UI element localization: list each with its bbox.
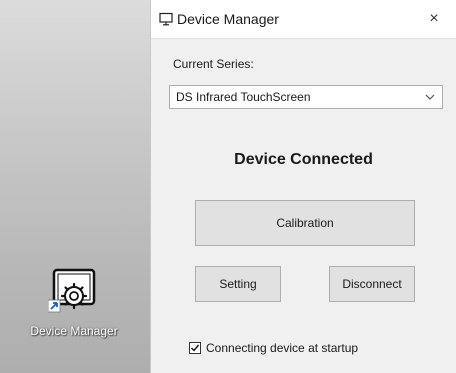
- monitor-icon: [159, 12, 173, 31]
- desktop-shortcut-device-manager[interactable]: Device Manager: [14, 268, 134, 358]
- disconnect-button[interactable]: Disconnect: [329, 266, 415, 302]
- calibration-button[interactable]: Calibration: [195, 200, 415, 246]
- startup-checkbox[interactable]: [189, 342, 201, 354]
- desktop-shortcut-label: Device Manager: [30, 324, 118, 338]
- title-bar[interactable]: Device Manager ×: [151, 0, 456, 38]
- startup-checkbox-label: Connecting device at startup: [206, 341, 359, 355]
- device-manager-window: Device Manager × Current Series: DS Infr…: [150, 0, 456, 373]
- checkmark-icon: [191, 344, 200, 352]
- window-title: Device Manager: [177, 11, 279, 27]
- series-dropdown-value: DS Infrared TouchScreen: [176, 90, 311, 104]
- close-button[interactable]: ×: [420, 6, 448, 32]
- device-manager-icon: [48, 268, 100, 316]
- connection-status: Device Connected: [234, 151, 373, 168]
- setting-button[interactable]: Setting: [195, 266, 281, 302]
- series-panel: Current Series: DS Infrared TouchScreen: [151, 38, 456, 124]
- series-dropdown[interactable]: DS Infrared TouchScreen: [169, 85, 443, 109]
- desktop-background: Device Manager: [0, 0, 150, 373]
- main-panel: Device Connected Calibration Setting Dis…: [151, 123, 456, 373]
- current-series-label: Current Series:: [173, 57, 254, 71]
- startup-option[interactable]: Connecting device at startup: [189, 341, 358, 355]
- chevron-down-icon: [424, 89, 436, 105]
